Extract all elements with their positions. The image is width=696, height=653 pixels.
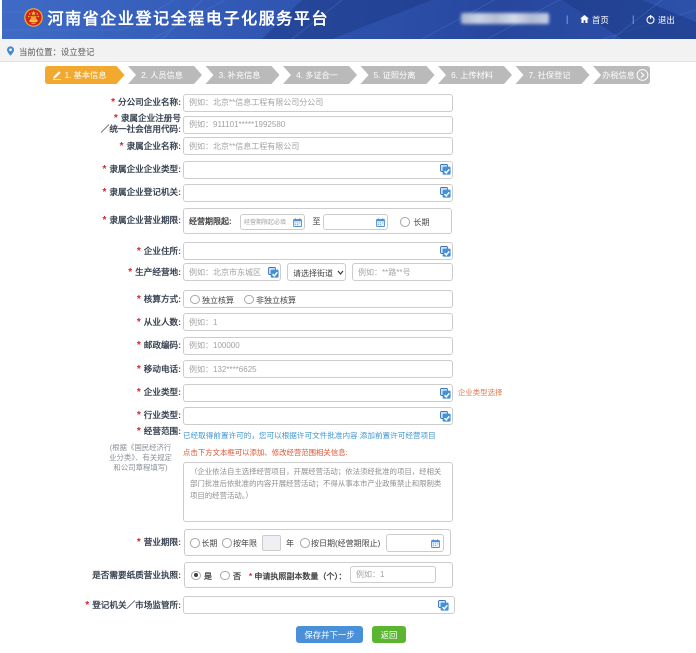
svg-text:8. 办税信息: 8. 办税信息 [593, 70, 635, 80]
svg-text:4. 多证合一: 4. 多证合一 [296, 70, 338, 80]
svg-text:7. 社保登记: 7. 社保登记 [529, 70, 571, 80]
svg-text:3. 补充信息: 3. 补充信息 [219, 70, 261, 80]
svg-text:6. 上传材料: 6. 上传材料 [451, 70, 493, 80]
svg-text:1. 基本信息: 1. 基本信息 [65, 70, 107, 80]
svg-text:2. 人员信息: 2. 人员信息 [141, 70, 183, 80]
svg-text:5. 证照分离: 5. 证照分离 [374, 70, 416, 80]
